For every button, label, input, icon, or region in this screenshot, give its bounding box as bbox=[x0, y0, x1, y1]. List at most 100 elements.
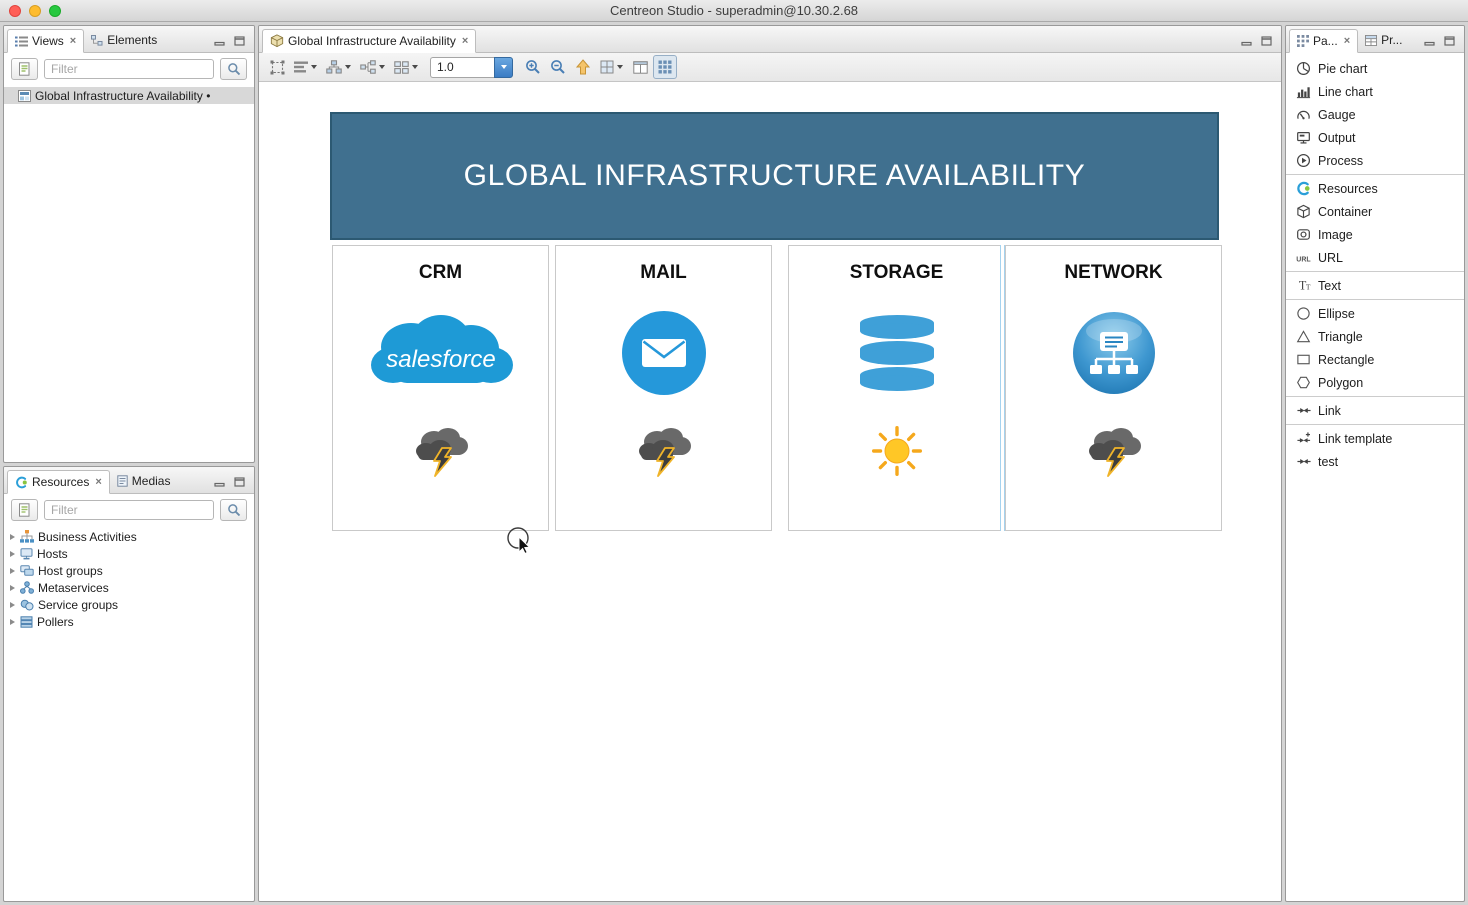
fullscreen-window-button[interactable] bbox=[49, 5, 61, 17]
card-title: MAIL bbox=[640, 262, 686, 284]
expander-icon[interactable] bbox=[10, 602, 15, 608]
tab-medias[interactable]: Medias bbox=[110, 469, 178, 493]
palette-item-label: Pie chart bbox=[1318, 62, 1367, 76]
pollers-icon bbox=[20, 616, 33, 628]
palette-item-polygon[interactable]: Polygon bbox=[1286, 371, 1464, 394]
layout-grid-button[interactable] bbox=[390, 55, 422, 79]
palette-item-image[interactable]: Image bbox=[1286, 223, 1464, 246]
tab-views[interactable]: Views × bbox=[7, 29, 84, 53]
tree-item-pollers[interactable]: Pollers bbox=[4, 613, 254, 630]
tree-item-host-groups[interactable]: Host groups bbox=[4, 562, 254, 579]
views-search-button[interactable] bbox=[220, 58, 247, 80]
expander-icon[interactable] bbox=[10, 585, 15, 591]
minimize-panel-icon[interactable] bbox=[1422, 34, 1437, 47]
views-list-icon bbox=[15, 36, 28, 47]
tab-resources[interactable]: Resources × bbox=[7, 470, 110, 494]
design-canvas[interactable]: GLOBAL INFRASTRUCTURE AVAILABILITY CRM bbox=[259, 82, 1281, 901]
palette-item-label: Link bbox=[1318, 404, 1341, 418]
tree-item-business-activities[interactable]: Business Activities bbox=[4, 528, 254, 545]
palette-item-gauge[interactable]: Gauge bbox=[1286, 103, 1464, 126]
tree-item-label: Metaservices bbox=[38, 581, 109, 595]
expander-icon[interactable] bbox=[10, 619, 15, 625]
card-title: CRM bbox=[419, 262, 462, 284]
zoom-dropdown-button[interactable] bbox=[494, 57, 513, 78]
minimize-window-button[interactable] bbox=[29, 5, 41, 17]
palette-item-url[interactable]: URL URL bbox=[1286, 246, 1464, 269]
palette-list: Pie chart Line chart Gauge Output Proces… bbox=[1286, 53, 1464, 901]
resources-filter-input[interactable] bbox=[44, 500, 214, 520]
views-toolbar bbox=[4, 53, 254, 85]
palette-item-label: Resources bbox=[1318, 182, 1378, 196]
tree-item-hosts[interactable]: Hosts bbox=[4, 545, 254, 562]
palette-item-process[interactable]: Process bbox=[1286, 149, 1464, 172]
palette-item-ellipse[interactable]: Ellipse bbox=[1286, 302, 1464, 325]
palette-item-container[interactable]: Container bbox=[1286, 200, 1464, 223]
zoom-in-button[interactable] bbox=[521, 55, 545, 79]
maximize-panel-icon[interactable] bbox=[1259, 34, 1274, 47]
align-menu-button[interactable] bbox=[290, 55, 321, 79]
widget-crm[interactable]: CRM salesforce bbox=[332, 245, 549, 531]
views-filter-input[interactable] bbox=[44, 59, 214, 79]
minimize-panel-icon[interactable] bbox=[212, 34, 227, 47]
export-grid-button[interactable] bbox=[596, 55, 627, 79]
resources-search-button[interactable] bbox=[220, 499, 247, 521]
expander-icon[interactable] bbox=[10, 534, 15, 540]
tab-palette[interactable]: Pa... × bbox=[1289, 29, 1358, 53]
widget-mail[interactable]: MAIL bbox=[555, 245, 772, 531]
up-level-button[interactable] bbox=[571, 55, 595, 79]
palette-item-output[interactable]: Output bbox=[1286, 126, 1464, 149]
maximize-panel-icon[interactable] bbox=[1442, 34, 1457, 47]
palette-item-triangle[interactable]: Triangle bbox=[1286, 325, 1464, 348]
tab-elements[interactable]: Elements bbox=[84, 28, 164, 52]
palette-item-text[interactable]: TT Text bbox=[1286, 274, 1464, 297]
palette-item-link-template[interactable]: Link template bbox=[1286, 427, 1464, 450]
resources-doc-button[interactable] bbox=[11, 499, 38, 521]
palette-item-link[interactable]: Link bbox=[1286, 399, 1464, 422]
maximize-panel-icon[interactable] bbox=[232, 34, 247, 47]
image-icon bbox=[1295, 227, 1312, 242]
close-icon[interactable]: × bbox=[462, 35, 468, 47]
resources-panel-window-buttons bbox=[212, 475, 252, 493]
zoom-level-input[interactable] bbox=[430, 57, 494, 78]
palette-item-label: Rectangle bbox=[1318, 353, 1374, 367]
palette-item-rectangle[interactable]: Rectangle bbox=[1286, 348, 1464, 371]
tree-item-label: Business Activities bbox=[38, 530, 137, 544]
maximize-panel-icon[interactable] bbox=[232, 475, 247, 488]
close-window-button[interactable] bbox=[9, 5, 21, 17]
mouse-cursor bbox=[506, 526, 534, 561]
layout-horizontal-button[interactable] bbox=[356, 55, 389, 79]
layout-tree-button[interactable] bbox=[322, 55, 355, 79]
new-view-button[interactable] bbox=[11, 58, 38, 80]
selection-handles-button[interactable] bbox=[265, 55, 289, 79]
palette-item-label: Text bbox=[1318, 279, 1341, 293]
palette-tabbar: Pa... × Pr... bbox=[1286, 26, 1464, 53]
tab-properties[interactable]: Pr... bbox=[1358, 28, 1409, 52]
close-icon[interactable]: × bbox=[95, 476, 101, 488]
widget-storage[interactable]: STORAGE bbox=[788, 245, 1005, 531]
widget-network[interactable]: NETWORK bbox=[1005, 245, 1222, 531]
palette-item-pie-chart[interactable]: Pie chart bbox=[1286, 57, 1464, 80]
palette-item-line-chart[interactable]: Line chart bbox=[1286, 80, 1464, 103]
split-view-button[interactable] bbox=[628, 55, 652, 79]
views-panel-tabbar: Views × Elements bbox=[4, 26, 254, 53]
tree-item-service-groups[interactable]: Service groups bbox=[4, 596, 254, 613]
salesforce-logo: salesforce bbox=[363, 292, 518, 414]
title-banner-widget[interactable]: GLOBAL INFRASTRUCTURE AVAILABILITY bbox=[330, 112, 1219, 240]
expander-icon[interactable] bbox=[10, 551, 15, 557]
container-cube-icon bbox=[1295, 204, 1312, 219]
palette-item-resources[interactable]: Resources bbox=[1286, 177, 1464, 200]
palette-item-test[interactable]: test bbox=[1286, 450, 1464, 473]
zoom-out-button[interactable] bbox=[546, 55, 570, 79]
minimize-panel-icon[interactable] bbox=[212, 475, 227, 488]
tree-item-view[interactable]: Global Infrastructure Availability • bbox=[4, 87, 254, 104]
tab-palette-label: Pa... bbox=[1313, 34, 1338, 48]
expander-icon[interactable] bbox=[10, 568, 15, 574]
minimize-panel-icon[interactable] bbox=[1239, 34, 1254, 47]
tree-item-metaservices[interactable]: Metaservices bbox=[4, 579, 254, 596]
close-icon[interactable]: × bbox=[1344, 35, 1350, 47]
snap-grid-toggle[interactable] bbox=[653, 55, 677, 79]
close-icon[interactable]: × bbox=[70, 35, 76, 47]
medias-icon bbox=[117, 475, 128, 487]
tree-item-label: Global Infrastructure Availability • bbox=[35, 89, 210, 103]
tab-editor-view[interactable]: Global Infrastructure Availability × bbox=[262, 29, 476, 53]
